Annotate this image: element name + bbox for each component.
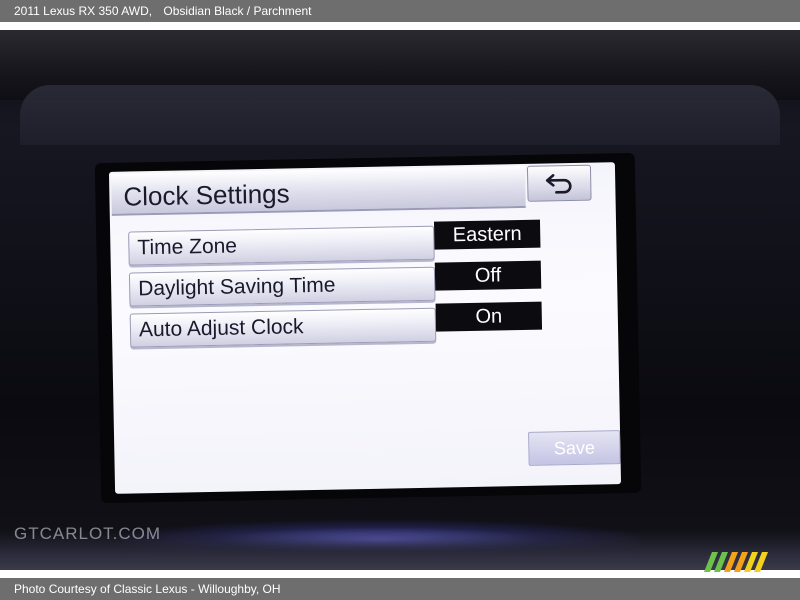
- auto-adjust-clock-button[interactable]: Auto Adjust Clock: [129, 307, 437, 348]
- navigation-screen: Clock Settings Time Zone Eastern Dayligh…: [108, 162, 622, 494]
- setting-row-auto-adjust: Auto Adjust Clock On: [129, 301, 543, 348]
- gtcarlot-logo-icon: [704, 552, 768, 572]
- caption-bottom-bar: Photo Courtesy of Classic Lexus - Willou…: [0, 578, 800, 600]
- caption-top-bar: 2011 Lexus RX 350 AWD, Obsidian Black / …: [0, 0, 800, 22]
- back-button[interactable]: [526, 164, 592, 202]
- dashboard-photo: Clock Settings Time Zone Eastern Dayligh…: [0, 30, 800, 570]
- photo-credit: Photo Courtesy of Classic Lexus - Willou…: [14, 582, 281, 596]
- screen-title: Clock Settings: [123, 178, 290, 212]
- site-watermark: GTCARLOT.COM: [14, 524, 162, 543]
- setting-row-time-zone: Time Zone Eastern: [128, 219, 541, 266]
- daylight-saving-time-value: Off: [434, 260, 542, 291]
- setting-row-daylight-saving: Daylight Saving Time Off: [128, 260, 542, 307]
- time-zone-button[interactable]: Time Zone: [128, 225, 435, 266]
- return-arrow-icon: [545, 174, 572, 194]
- caption-subtitle: Obsidian Black / Parchment: [163, 4, 312, 18]
- caption-title: 2011 Lexus RX 350 AWD,: [14, 4, 153, 18]
- screen-header: Clock Settings: [110, 165, 526, 216]
- daylight-saving-time-button[interactable]: Daylight Saving Time: [128, 266, 436, 307]
- dashboard-band: [20, 85, 780, 145]
- save-button[interactable]: Save: [528, 430, 621, 466]
- time-zone-value: Eastern: [433, 219, 541, 250]
- auto-adjust-clock-value: On: [435, 301, 543, 332]
